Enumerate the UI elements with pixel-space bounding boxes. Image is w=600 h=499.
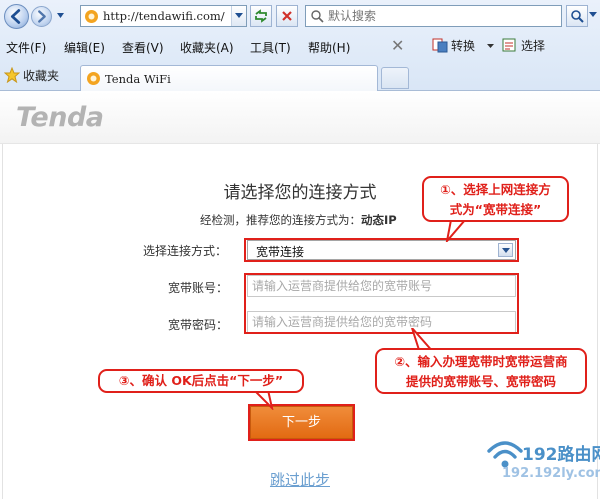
select-button[interactable]: 选择 <box>502 37 545 55</box>
menu-bar: 文件(F) 编辑(E) 查看(V) 收藏夹(A) 工具(T) 帮助(H) ✕ 转… <box>0 33 600 59</box>
tab-tenda-wifi[interactable]: Tenda WiFi <box>80 65 378 91</box>
chevron-down-icon <box>235 13 243 18</box>
favorites-label: 收藏夹 <box>23 69 60 83</box>
star-icon <box>3 66 21 84</box>
menu-help[interactable]: 帮助(H) <box>308 39 350 56</box>
search-input[interactable] <box>328 8 553 24</box>
callout-2-line-1: ②、输入办理宽带时宽带运营商 <box>394 354 568 369</box>
back-button[interactable] <box>4 4 29 29</box>
callout-step-1: ①、选择上网连接方 式为“宽带连接” <box>422 176 569 222</box>
menu-file[interactable]: 文件(F) <box>6 39 46 56</box>
convert-dropdown-icon[interactable] <box>487 44 494 49</box>
site-favicon-icon <box>87 72 100 85</box>
address-bar[interactable]: http://tendawifi.com/ <box>80 5 247 27</box>
page-header: Tenda <box>0 92 600 144</box>
browser-chrome: http://tendawifi.com/ 默认搜索 文件(F) 编辑(E) 查… <box>0 0 600 91</box>
back-arrow-icon <box>10 9 21 24</box>
search-options-dropdown-icon[interactable] <box>589 12 597 18</box>
stop-button[interactable] <box>276 5 298 27</box>
watermark-brand: 192路由网 <box>522 445 600 465</box>
callout-1-line-1: ①、选择上网连接方 <box>440 182 551 197</box>
forward-button[interactable] <box>31 6 52 27</box>
tenda-logo: Tenda <box>16 102 104 133</box>
magnifier-icon <box>571 10 584 23</box>
close-toolbar-icon[interactable]: ✕ <box>391 36 404 55</box>
search-box[interactable] <box>305 5 562 27</box>
callout-step-2: ②、输入办理宽带时宽带运营商 提供的宽带账号、宽带密码 <box>375 348 587 394</box>
convert-button[interactable]: 转换 <box>432 37 475 55</box>
address-bar-row: http://tendawifi.com/ <box>0 0 600 33</box>
menu-view[interactable]: 查看(V) <box>122 39 164 56</box>
forward-arrow-icon <box>38 10 46 23</box>
favorites-button[interactable]: 收藏夹 <box>3 66 60 84</box>
convert-icon <box>432 38 448 53</box>
search-icon <box>311 10 324 23</box>
address-bar-url[interactable]: http://tendawifi.com/ <box>103 9 233 23</box>
highlight-credentials <box>244 273 519 334</box>
menu-edit[interactable]: 编辑(E) <box>64 39 105 56</box>
site-favicon-icon <box>85 10 98 23</box>
account-label: 宽带账号： <box>168 281 229 295</box>
detection-prefix: 经检测，推荐您的连接方式为： <box>200 213 361 227</box>
detection-result: 经检测，推荐您的连接方式为：动态IP <box>200 212 397 228</box>
callout-1-pointer <box>445 220 467 242</box>
callout-2-line-2: 提供的宽带账号、宽带密码 <box>405 374 556 389</box>
stop-icon <box>282 11 292 21</box>
new-tab-button[interactable] <box>381 67 409 89</box>
menu-tools[interactable]: 工具(T) <box>250 39 291 56</box>
history-dropdown-icon[interactable] <box>56 11 65 20</box>
detection-value: 动态IP <box>361 213 397 227</box>
address-dropdown-button[interactable] <box>231 6 246 26</box>
watermark: 192路由网 192.192ly.com <box>476 437 600 499</box>
password-label: 宽带密码： <box>168 318 229 332</box>
callout-step-3: ③、确认 OK后点击“下一步” <box>98 369 304 393</box>
refresh-icon <box>255 9 267 23</box>
watermark-url: 192.192ly.com <box>502 466 600 481</box>
refresh-button[interactable] <box>250 5 272 27</box>
callout-1-line-2: 式为“宽带连接” <box>449 202 542 217</box>
menu-favorites[interactable]: 收藏夹(A) <box>180 39 234 56</box>
callout-3-pointer <box>252 390 274 410</box>
convert-label: 转换 <box>451 39 476 53</box>
select-label: 选择 <box>521 39 546 53</box>
tab-title: Tenda WiFi <box>105 72 171 86</box>
select-icon <box>502 38 516 52</box>
connection-type-label: 选择连接方式： <box>143 244 228 258</box>
favorites-bar: 收藏夹 Tenda WiFi <box>0 62 600 91</box>
search-go-button[interactable] <box>566 5 588 27</box>
